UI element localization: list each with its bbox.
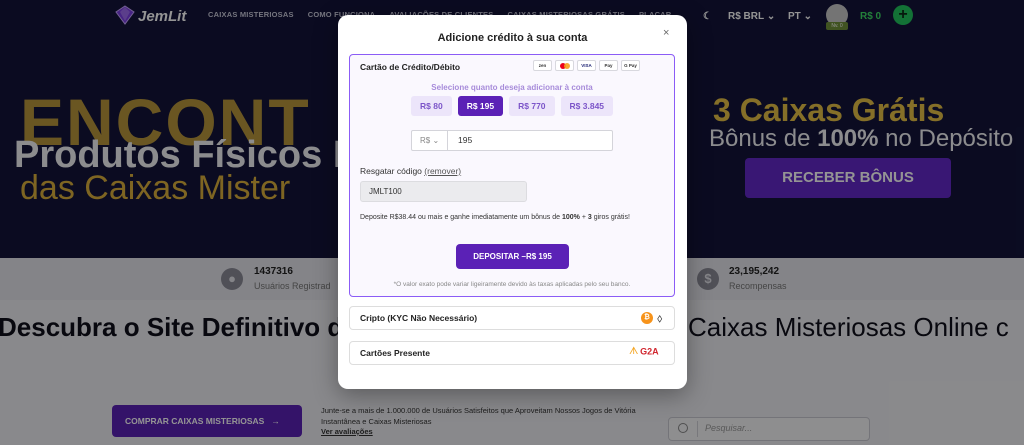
payment-logos: zen VISA Pay G Pay	[533, 60, 640, 71]
bonus-info: Deposite R$38.44 ou mais e ganhe imediat…	[360, 212, 666, 223]
bonus-text-c: giros grátis!	[591, 214, 630, 221]
redeem-code-label: Resgatar código (remover)	[360, 166, 461, 176]
amount-option-195[interactable]: R$ 195	[457, 96, 504, 116]
gift-card-payment-option[interactable]: Cartões Presente ᗑ G2A	[349, 341, 675, 365]
bonus-percent: 100%	[561, 214, 580, 221]
bitcoin-icon: ₿	[641, 312, 653, 324]
amount-option-770[interactable]: R$ 770	[509, 96, 555, 116]
amount-option-3845[interactable]: R$ 3.845	[560, 96, 614, 116]
currency-dropdown-value: R$	[420, 136, 431, 145]
chevron-down-icon: ⌄	[432, 136, 440, 145]
deposit-button[interactable]: DEPOSITAR –R$ 195	[456, 244, 569, 269]
bonus-text-b: +	[579, 214, 588, 221]
currency-dropdown[interactable]: R$ ⌄	[412, 131, 448, 150]
mastercard-icon	[555, 60, 574, 71]
add-credit-modal: Adicione crédito à sua conta × Cartão de…	[338, 15, 687, 389]
amount-options: R$ 80 R$ 195 R$ 770 R$ 3.845	[411, 96, 614, 116]
bank-fee-note: *O valor exato pode variar ligeiramente …	[393, 281, 631, 288]
g2a-brand: G2A	[640, 346, 659, 357]
redeem-code-text: Resgatar código	[360, 166, 422, 176]
zen-icon: zen	[533, 60, 552, 71]
amount-option-80[interactable]: R$ 80	[411, 96, 452, 116]
apple-pay-icon: Pay	[599, 60, 618, 71]
google-pay-icon: G Pay	[621, 60, 640, 71]
amount-input[interactable]: 195	[458, 131, 472, 150]
close-icon[interactable]: ×	[663, 27, 669, 39]
gift-card-label: Cartões Presente	[360, 348, 430, 358]
crypto-label: Cripto (KYC Não Necessário)	[360, 313, 478, 323]
ethereum-icon: ⬨	[657, 311, 663, 325]
card-payment-panel[interactable]: Cartão de Crédito/Débito zen VISA Pay G …	[349, 54, 675, 297]
choose-amount-label: Selecione quanto deseja adicionar à cont…	[431, 83, 593, 92]
bonus-text-a: Deposite R$38.44 ou mais e ganhe imediat…	[360, 214, 562, 221]
card-payment-title: Cartão de Crédito/Débito	[360, 62, 461, 72]
crypto-payment-option[interactable]: Cripto (KYC Não Necessário) ₿ ⬨	[349, 306, 675, 330]
visa-icon: VISA	[577, 60, 596, 71]
remove-code-link[interactable]: (remover)	[424, 166, 461, 176]
g2a-logo: ᗑ G2A	[629, 346, 659, 357]
modal-title: Adicione crédito à sua conta	[437, 32, 588, 44]
flame-icon: ᗑ	[629, 346, 639, 357]
amount-field[interactable]: R$ ⌄ 195	[411, 130, 613, 151]
promo-code-input[interactable]: JMLT100	[360, 181, 527, 202]
